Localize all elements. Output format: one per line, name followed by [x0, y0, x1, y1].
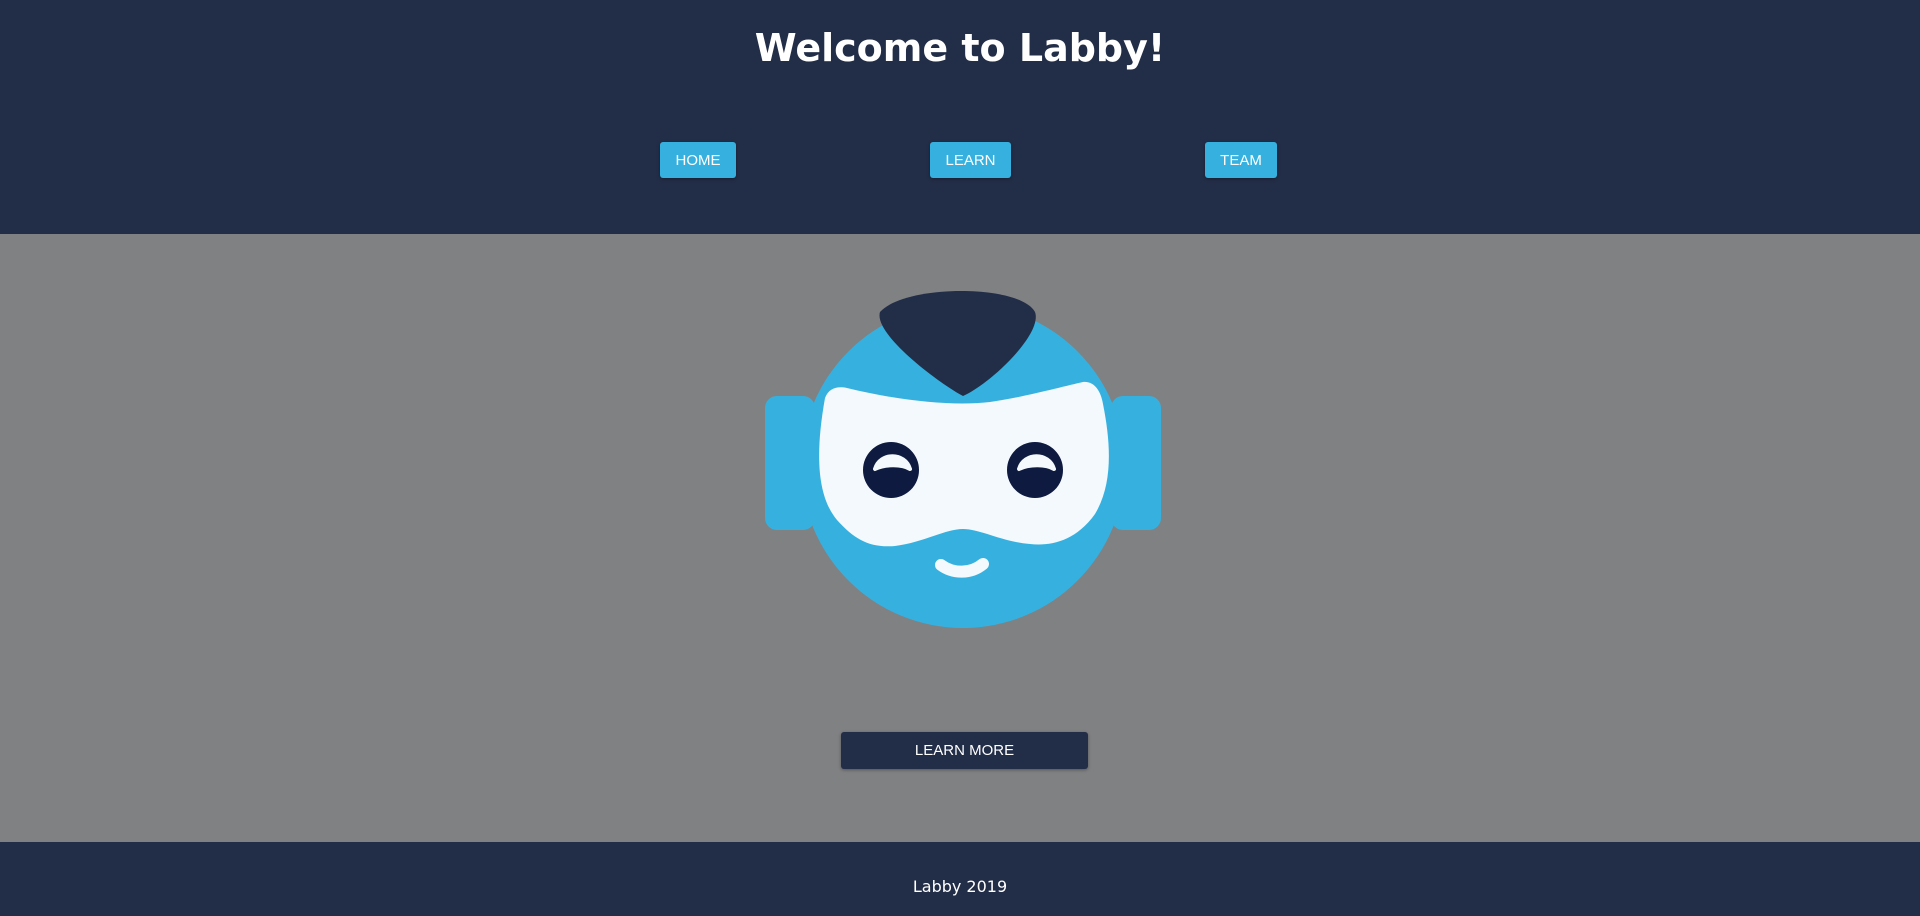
right-eye-shine — [1017, 454, 1056, 471]
page-title: Welcome to Labby! — [754, 26, 1166, 70]
robot-mascot-icon — [765, 291, 1161, 628]
footer: Labby 2019 — [0, 842, 1920, 916]
left-eye-shine — [873, 454, 912, 471]
hero-section: LEARN MORE — [0, 234, 1920, 842]
robot-face-mask — [819, 381, 1109, 547]
nav-learn-button[interactable]: LEARN — [930, 142, 1011, 178]
footer-text: Labby 2019 — [912, 877, 1008, 896]
header: Welcome to Labby! HOME LEARN TEAM — [0, 0, 1920, 234]
nav-home-button[interactable]: HOME — [660, 142, 736, 178]
nav-team-button[interactable]: TEAM — [1205, 142, 1277, 178]
learn-more-button[interactable]: LEARN MORE — [841, 732, 1088, 769]
